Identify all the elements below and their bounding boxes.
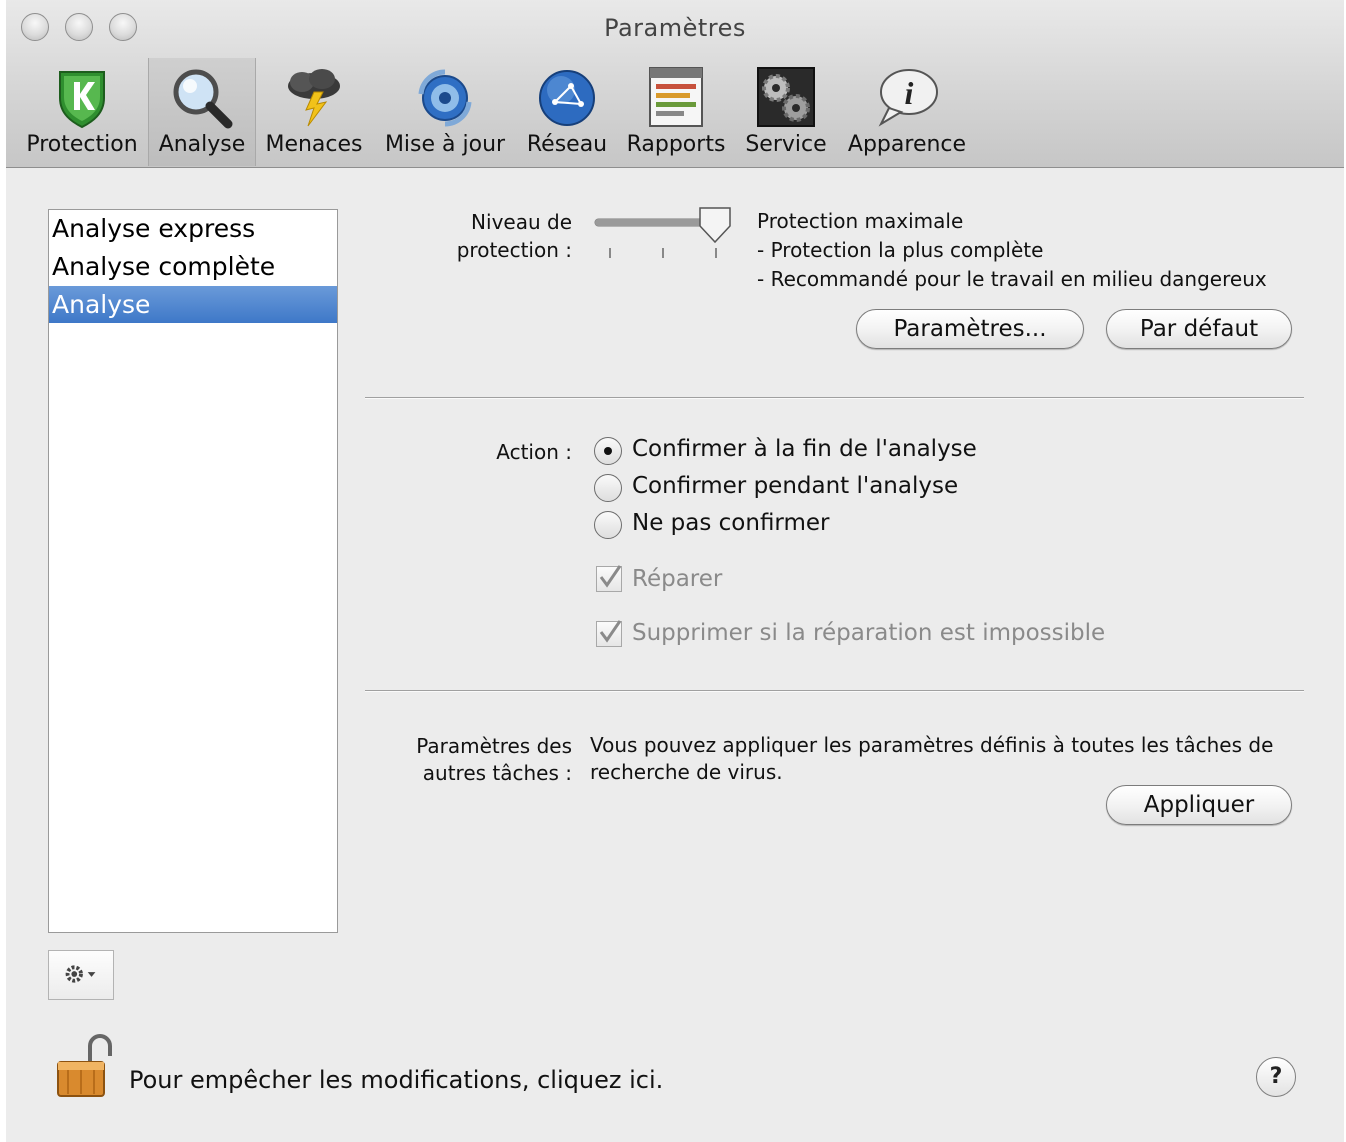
network-globe-icon — [539, 70, 595, 126]
toolbar-item-apparence[interactable]: i Apparence — [842, 58, 972, 166]
gear-icon — [65, 965, 96, 983]
separator — [365, 690, 1304, 692]
preferences-window: Paramètres Protection Analyse Menaces Mi… — [6, 0, 1344, 1142]
toolbar-label: Analyse — [158, 132, 246, 157]
magnifier-icon — [173, 69, 233, 129]
toolbar-item-menaces[interactable]: Menaces — [260, 58, 368, 166]
protection-level-label-1: Niveau de — [471, 210, 572, 234]
checkmark-icon — [599, 565, 622, 588]
default-button[interactable]: Par défaut — [1106, 309, 1292, 349]
other-tasks-desc-1: Vous pouvez appliquer les paramètres déf… — [590, 733, 1274, 757]
padlock-open-icon[interactable] — [54, 1034, 116, 1100]
reports-icon — [649, 67, 703, 127]
delete-checkbox[interactable] — [596, 620, 622, 647]
repair-checkbox[interactable] — [596, 565, 622, 592]
toolbar-item-rapports[interactable]: Rapports — [622, 58, 730, 166]
toolbar-label: Apparence — [847, 132, 967, 157]
option-confirm-end-label[interactable]: Confirmer à la fin de l'analyse — [632, 434, 977, 464]
info-bubble-icon: i — [878, 69, 938, 127]
settings-button[interactable]: Paramètres... — [856, 309, 1084, 349]
toolbar-item-reseau[interactable]: Réseau — [520, 58, 614, 166]
lock-hint-text[interactable]: Pour empêcher les modifications, cliquez… — [129, 1064, 663, 1096]
toolbar-label: Menaces — [265, 132, 363, 157]
toolbar-item-mise-a-jour[interactable]: Mise à jour — [378, 58, 512, 166]
apply-button[interactable]: Appliquer — [1106, 785, 1292, 825]
other-tasks-label-1: Paramètres des — [416, 734, 572, 758]
other-tasks-desc-2: recherche de virus. — [590, 760, 783, 784]
toolbar-label: Service — [745, 132, 827, 157]
protection-desc-2: - Recommandé pour le travail en milieu d… — [757, 267, 1267, 291]
slider-thumb — [699, 207, 731, 244]
help-button[interactable]: ? — [1256, 1057, 1296, 1097]
svg-text:i: i — [905, 75, 914, 111]
toolbar-label: Réseau — [526, 132, 608, 157]
separator — [365, 397, 1304, 399]
toolbar-label: Mise à jour — [384, 132, 506, 157]
storm-cloud-icon — [288, 69, 340, 127]
radio-dot — [604, 447, 612, 455]
toolbar-item-protection[interactable]: Protection — [20, 58, 144, 166]
protection-level-label-2: protection : — [456, 238, 572, 262]
window-title: Paramètres — [604, 14, 746, 42]
title-toolbar-area: Paramètres Protection Analyse Menaces Mi… — [6, 0, 1344, 168]
checkmark-icon — [599, 620, 622, 643]
chevron-down-icon — [87, 972, 96, 977]
option-confirm-during-label[interactable]: Confirmer pendant l'analyse — [632, 471, 958, 501]
service-gears-icon — [757, 67, 815, 127]
option-no-confirm-label[interactable]: Ne pas confirmer — [632, 508, 830, 538]
task-actions-button[interactable] — [48, 950, 114, 1000]
toolbar-item-service[interactable]: Service — [738, 58, 834, 166]
task-list[interactable]: Analyse express Analyse complète Analyse — [48, 209, 338, 933]
radio-confirm-end[interactable] — [594, 437, 622, 465]
toolbar-label: Rapports — [626, 132, 726, 157]
protection-shield-icon — [59, 71, 105, 129]
list-item[interactable]: Analyse complète — [49, 248, 337, 285]
protection-desc-1: - Protection la plus complète — [757, 238, 1044, 262]
toolbar-label: Protection — [26, 132, 138, 157]
list-item-selected[interactable]: Analyse — [49, 286, 337, 323]
radio-confirm-during[interactable] — [594, 474, 622, 502]
list-item[interactable]: Analyse express — [49, 210, 337, 247]
delete-label: Supprimer si la réparation est impossibl… — [632, 620, 1106, 646]
repair-label: Réparer — [632, 566, 723, 592]
update-globe-icon — [418, 69, 472, 127]
protection-title: Protection maximale — [757, 209, 964, 233]
action-label: Action : — [496, 440, 572, 464]
radio-no-confirm[interactable] — [594, 511, 622, 539]
other-tasks-label-2: autres tâches : — [422, 761, 572, 785]
toolbar-item-analyse[interactable]: Analyse — [148, 58, 256, 166]
protection-level-slider[interactable] — [590, 204, 736, 264]
